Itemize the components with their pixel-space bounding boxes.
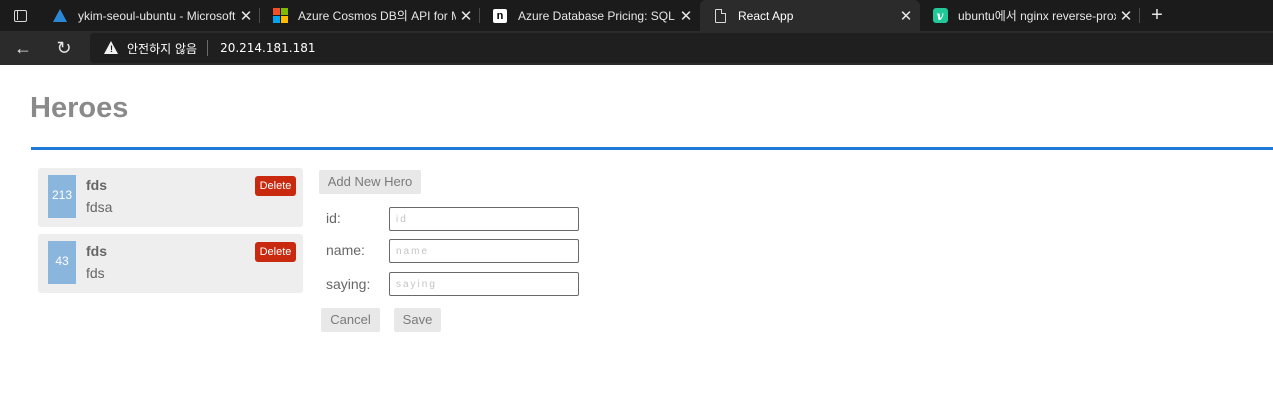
page-icon (712, 8, 728, 24)
hero-name: fds (86, 243, 107, 259)
title-divider (31, 147, 1273, 150)
save-button[interactable]: Save (394, 308, 441, 332)
tab-title: Azure Cosmos DB의 API for Mon (298, 9, 456, 23)
tab-react-app[interactable]: React App ✕ (700, 0, 920, 31)
name-label: name: (326, 242, 365, 258)
tab-ubuntu-nginx[interactable]: v ubuntu에서 nginx reverse-proxy ✕ (920, 0, 1140, 31)
url-text[interactable]: 20.214.181.181 (220, 41, 315, 55)
address-bar[interactable]: ! 안전하지 않음 20.214.181.181 (90, 33, 1273, 63)
tab-azure-db-pricing[interactable]: n Azure Database Pricing: SQL Dat ✕ (480, 0, 700, 31)
hero-id-badge: 213 (48, 175, 76, 218)
saying-input[interactable] (389, 272, 579, 296)
browser-tab-bar: ykim-seoul-ubuntu - Microsoft A ✕ Azure … (0, 0, 1273, 31)
delete-hero-button[interactable]: Delete (255, 176, 296, 196)
id-label: id: (326, 210, 341, 226)
warning-icon[interactable]: ! (104, 41, 119, 55)
add-new-hero-button[interactable]: Add New Hero (319, 170, 421, 194)
close-tab-icon[interactable]: ✕ (896, 7, 916, 25)
tab-title: ubuntu에서 nginx reverse-proxy (958, 9, 1116, 23)
saying-label: saying: (326, 276, 371, 292)
browser-toolbar: ← ↻ ! 안전하지 않음 20.214.181.181 (0, 31, 1273, 65)
back-arrow-icon[interactable]: ← (13, 38, 33, 58)
new-tab-plus-icon[interactable]: + (1146, 4, 1168, 26)
delete-hero-button[interactable]: Delete (255, 242, 296, 262)
tab-actions-icon (13, 9, 27, 22)
hero-saying: fdsa (86, 199, 113, 215)
azure-icon (52, 8, 68, 24)
tab-title: Azure Database Pricing: SQL Dat (518, 8, 676, 23)
close-tab-icon[interactable]: ✕ (1116, 7, 1136, 25)
page-title: Heroes (30, 92, 129, 124)
microsoft-icon (272, 8, 288, 24)
close-tab-icon[interactable]: ✕ (236, 7, 256, 25)
tab-actions-button[interactable] (0, 0, 40, 31)
reload-icon[interactable]: ↻ (54, 38, 74, 58)
hero-saying: fds (86, 265, 105, 281)
tab-title: React App (738, 8, 794, 23)
tab-azure-portal[interactable]: ykim-seoul-ubuntu - Microsoft A ✕ (40, 0, 260, 31)
hero-card[interactable]: 213 fds fdsa Delete (38, 168, 303, 227)
hero-name: fds (86, 177, 107, 193)
tab-title: ykim-seoul-ubuntu - Microsoft A (78, 8, 236, 23)
tab-cosmos-db[interactable]: Azure Cosmos DB의 API for Mon ✕ (260, 0, 480, 31)
notion-icon: n (492, 8, 508, 24)
id-input[interactable] (389, 207, 579, 231)
security-status-text[interactable]: 안전하지 않음 (127, 40, 197, 57)
close-tab-icon[interactable]: ✕ (456, 7, 476, 25)
close-tab-icon[interactable]: ✕ (676, 7, 696, 25)
cancel-button[interactable]: Cancel (321, 308, 380, 332)
hero-id-badge: 43 (48, 241, 76, 284)
name-input[interactable] (389, 239, 579, 263)
hero-card[interactable]: 43 fds fds Delete (38, 234, 303, 293)
velog-icon: v (932, 8, 948, 24)
